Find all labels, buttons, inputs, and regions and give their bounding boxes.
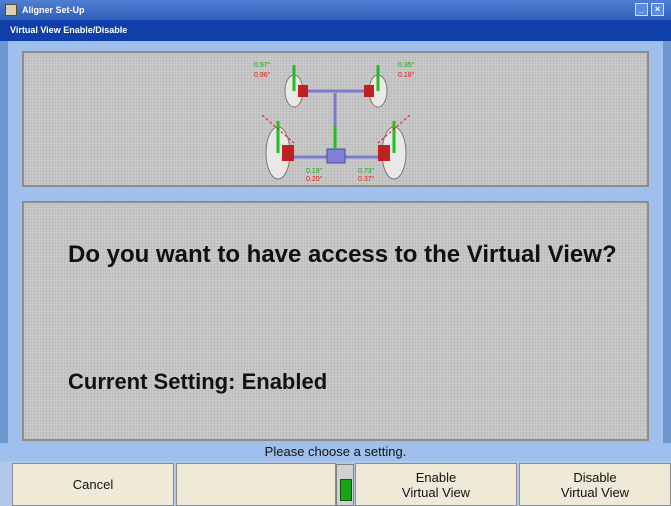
current-setting: Current Setting: Enabled bbox=[68, 369, 327, 395]
disable-button-line1: Disable bbox=[573, 469, 617, 485]
reading-fl-bottom: 0.96° bbox=[254, 71, 271, 79]
question-text: Do you want to have access to the Virtua… bbox=[68, 241, 617, 268]
minimize-icon[interactable]: _ bbox=[635, 3, 648, 16]
reading-fr-top: 0.35° bbox=[398, 61, 415, 69]
title-bar: Aligner Set-Up _ × bbox=[0, 0, 671, 20]
cancel-button-label: Cancel bbox=[72, 477, 114, 492]
green-light bbox=[340, 479, 352, 501]
current-setting-label: Current Setting: bbox=[68, 369, 236, 394]
front-right-brake bbox=[364, 85, 374, 97]
reading-rl-bottom: 0.20° bbox=[306, 175, 323, 183]
front-left-brake bbox=[298, 85, 308, 97]
rear-left-brake bbox=[282, 145, 294, 161]
enable-button-line2: Virtual View bbox=[401, 484, 471, 500]
enable-button-line1: Enable bbox=[415, 469, 457, 485]
alignment-diagram-panel: 0.97° 0.96° 0.35° 0.18° 0.19° 0.20° 0.73… bbox=[22, 51, 649, 187]
reading-fl-top: 0.97° bbox=[254, 61, 271, 69]
reading-rr-top: 0.73° bbox=[358, 167, 375, 175]
rear-right-brake bbox=[378, 145, 390, 161]
reading-rr-bottom: 0.37° bbox=[358, 175, 375, 183]
message-panel: Do you want to have access to the Virtua… bbox=[22, 201, 649, 441]
window-title: Aligner Set-Up bbox=[22, 5, 85, 15]
disable-button-line2: Virtual View bbox=[560, 484, 630, 500]
blank-function-key[interactable] bbox=[176, 463, 336, 506]
app-icon bbox=[5, 4, 17, 16]
enable-virtual-view-button[interactable]: Enable Virtual View bbox=[355, 463, 517, 506]
reading-fr-bottom: 0.18° bbox=[398, 71, 415, 79]
cancel-button[interactable]: Cancel bbox=[12, 463, 174, 506]
current-setting-value: Enabled bbox=[241, 369, 328, 394]
status-prompt: Please choose a setting. bbox=[0, 443, 671, 461]
content-frame: 0.97° 0.96° 0.35° 0.18° 0.19° 0.20° 0.73… bbox=[8, 41, 663, 443]
disable-button-label: Disable Virtual View bbox=[561, 470, 629, 500]
close-icon[interactable]: × bbox=[651, 3, 664, 16]
reading-rl-top: 0.19° bbox=[306, 167, 323, 175]
differential bbox=[326, 148, 346, 164]
screen-title: Virtual View Enable/Disable bbox=[0, 20, 671, 41]
enable-button-label: Enable Virtual View bbox=[402, 470, 470, 500]
status-light-icon bbox=[336, 464, 354, 506]
vehicle-alignment-diagram: 0.97° 0.96° 0.35° 0.18° 0.19° 0.20° 0.73… bbox=[254, 61, 415, 183]
disable-virtual-view-button[interactable]: Disable Virtual View bbox=[519, 463, 671, 506]
